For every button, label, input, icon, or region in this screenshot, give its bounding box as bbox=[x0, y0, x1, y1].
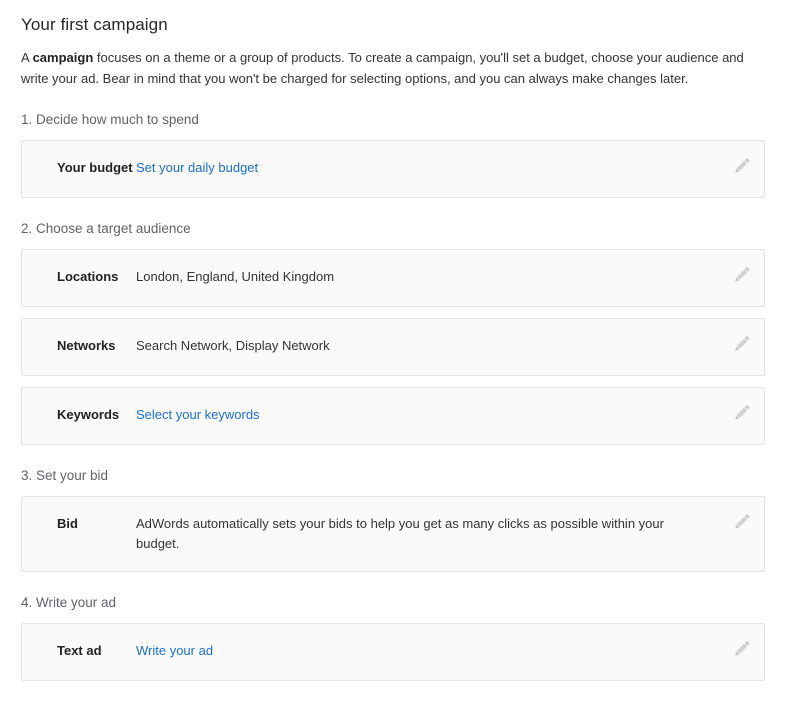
sections-container: 1. Decide how much to spendYour budgetSe… bbox=[16, 89, 776, 681]
step-heading: 3. Set your bid bbox=[16, 445, 776, 485]
intro-paragraph: A campaign focuses on a theme or a group… bbox=[16, 36, 766, 89]
setting-value: London, England, United Kingdom bbox=[136, 267, 722, 287]
setting-card[interactable]: Your budgetSet your daily budget bbox=[21, 140, 765, 198]
setting-value-link[interactable]: Set your daily budget bbox=[136, 158, 722, 178]
setting-card[interactable]: KeywordsSelect your keywords bbox=[21, 387, 765, 445]
setting-label: Networks bbox=[22, 336, 136, 356]
pencil-icon[interactable] bbox=[731, 512, 751, 532]
setting-label: Locations bbox=[22, 267, 136, 287]
setting-value-link[interactable]: Select your keywords bbox=[136, 405, 722, 425]
setting-label: Bid bbox=[22, 514, 136, 534]
setting-card[interactable]: LocationsLondon, England, United Kingdom bbox=[21, 249, 765, 307]
step-heading: 1. Decide how much to spend bbox=[16, 89, 776, 129]
setting-card[interactable]: Text adWrite your ad bbox=[21, 623, 765, 681]
pencil-icon[interactable] bbox=[731, 265, 751, 285]
intro-text-after: focuses on a theme or a group of product… bbox=[21, 50, 744, 86]
intro-text-before: A bbox=[21, 50, 33, 65]
step-heading: 4. Write your ad bbox=[16, 572, 776, 612]
step-heading: 2. Choose a target audience bbox=[16, 198, 776, 238]
setting-value: Search Network, Display Network bbox=[136, 336, 722, 356]
pencil-icon[interactable] bbox=[731, 639, 751, 659]
setting-value-link[interactable]: Write your ad bbox=[136, 641, 722, 661]
intro-bold-term: campaign bbox=[33, 50, 94, 65]
setting-card[interactable]: NetworksSearch Network, Display Network bbox=[21, 318, 765, 376]
setting-label: Your budget bbox=[22, 158, 136, 178]
setting-card[interactable]: BidAdWords automatically sets your bids … bbox=[21, 496, 765, 572]
page-title: Your first campaign bbox=[16, 0, 776, 36]
pencil-icon[interactable] bbox=[731, 156, 751, 176]
setting-value: AdWords automatically sets your bids to … bbox=[136, 514, 722, 554]
setting-label: Text ad bbox=[22, 641, 136, 661]
campaign-setup-page: Your first campaign A campaign focuses o… bbox=[0, 0, 792, 681]
pencil-icon[interactable] bbox=[731, 334, 751, 354]
setting-label: Keywords bbox=[22, 405, 136, 425]
pencil-icon[interactable] bbox=[731, 403, 751, 423]
